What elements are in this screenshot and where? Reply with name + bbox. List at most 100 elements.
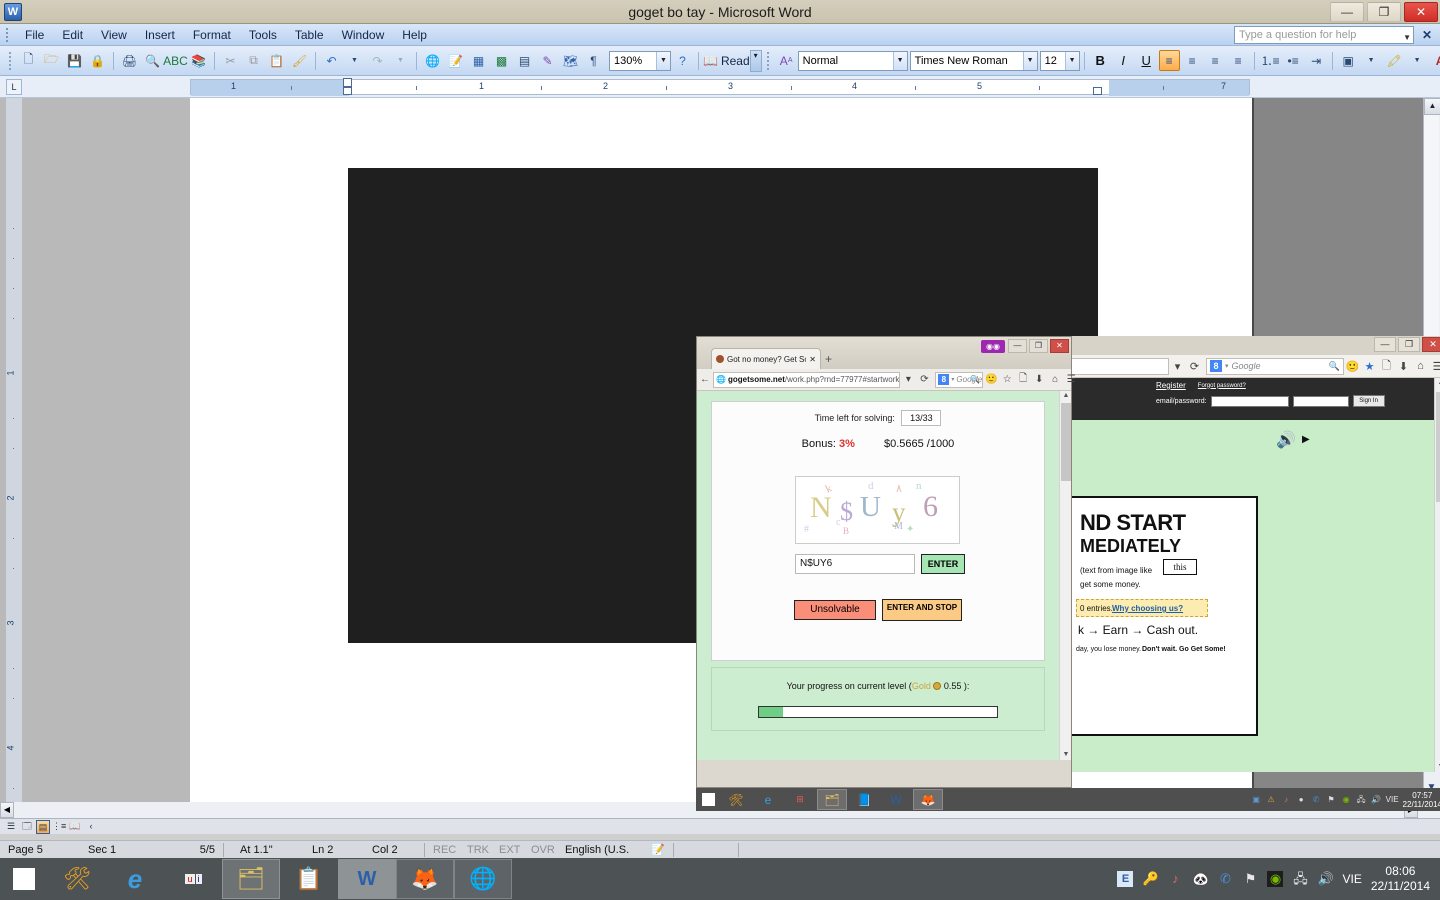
word-icon[interactable]: W (881, 789, 911, 810)
file-explorer-icon[interactable]: 🗂 (817, 789, 847, 810)
close-button[interactable]: ✕ (1422, 337, 1440, 352)
bulleted-list-button[interactable]: •≡ (1283, 50, 1304, 71)
background-url-input[interactable] (1070, 357, 1169, 375)
chevron-down-icon[interactable]: ▼ (656, 51, 670, 70)
scroll-down-button[interactable]: ▼ (1436, 762, 1440, 772)
right-indent-marker[interactable] (1093, 87, 1102, 95)
play-icon[interactable]: ▶ (1302, 434, 1310, 445)
restore-button[interactable]: ❐ (1029, 339, 1048, 353)
reload-icon[interactable]: ⟳ (1186, 360, 1203, 373)
notepad-icon[interactable]: 📋 (280, 859, 338, 899)
firefox-icon[interactable]: 🦊 (913, 789, 943, 810)
inner-clock[interactable]: 07:57 22/11/2014 (1403, 791, 1440, 809)
align-center-button[interactable]: ≡ (1182, 50, 1203, 71)
forgot-password-link[interactable]: Forgot password? (1198, 383, 1246, 389)
scroll-up-button[interactable]: ▲ (1061, 391, 1071, 401)
increase-indent-button[interactable]: ⇥ (1306, 50, 1327, 71)
word-icon[interactable]: W (338, 859, 396, 899)
warning-icon[interactable]: ⚠ (1266, 794, 1277, 805)
back-icon[interactable]: ← (697, 374, 713, 385)
downloads-icon[interactable]: ⬇ (1395, 360, 1412, 373)
web-layout-icon[interactable]: 🗔 (20, 820, 34, 834)
italic-button[interactable]: I (1113, 50, 1134, 71)
firefox-window[interactable]: Got no money? Get Some! ... ✕ + ◉◉ — ❐ ✕… (696, 336, 1076, 788)
new-document-icon[interactable]: 🗋 (18, 50, 39, 71)
document-map-icon[interactable]: 🗺 (560, 50, 581, 71)
menu-item-tools[interactable]: Tools (240, 26, 286, 44)
styles-and-formatting-icon[interactable]: AA (776, 50, 797, 71)
nvidia-icon[interactable]: ◉ (1267, 871, 1284, 887)
insert-table-icon[interactable]: ▦ (468, 50, 489, 71)
formatting-toolbar-grip[interactable] (766, 51, 770, 70)
new-tab-button[interactable]: + (825, 352, 832, 366)
bold-button[interactable]: B (1090, 50, 1111, 71)
open-folder-icon[interactable]: 🗁 (41, 50, 62, 71)
save-icon[interactable]: 💾 (64, 50, 85, 71)
toolbar-grip-handle[interactable] (9, 51, 12, 70)
status-ext[interactable]: EXT (491, 842, 523, 858)
messenger-icon[interactable]: ✆ (1311, 794, 1322, 805)
menu-grip-handle[interactable] (6, 27, 10, 42)
align-justify-button[interactable]: ≡ (1228, 50, 1249, 71)
restore-button[interactable]: ❐ (1398, 337, 1420, 352)
reader-icon[interactable]: 🗋 (1015, 371, 1031, 388)
volume-icon[interactable]: 🔊 (1317, 871, 1333, 887)
background-page-scrollbar[interactable]: ▲ ▼ (1434, 378, 1440, 772)
menu-item-insert[interactable]: Insert (136, 26, 184, 44)
columns-icon[interactable]: ▤ (514, 50, 535, 71)
background-search-input[interactable]: 8 ▾ Google 🔍 (1206, 357, 1344, 375)
tools-icon[interactable]: 🛠 (721, 789, 751, 810)
dropdown-icon[interactable]: ▾ (1169, 360, 1186, 373)
url-input[interactable]: 🌐 gogetsome.net /work.php?rnd=77977#star… (713, 371, 901, 388)
menu-item-view[interactable]: View (92, 26, 136, 44)
chevron-down-icon[interactable]: ▼ (1403, 30, 1411, 46)
sign-in-button[interactable]: Sign In (1352, 395, 1385, 407)
music-icon[interactable]: ♪ (1281, 794, 1292, 805)
undo-icon[interactable]: ↶ (321, 50, 342, 71)
help-question-input[interactable]: Type a question for help ▼ (1234, 26, 1414, 44)
browser-tab[interactable]: Got no money? Get Some! ... ✕ (711, 348, 821, 369)
messenger-icon[interactable]: ✆ (1217, 871, 1233, 887)
normal-view-icon[interactable]: ☰ (4, 820, 18, 834)
minimize-button[interactable]: — (1330, 2, 1364, 22)
vertical-ruler[interactable]: 1 2 3 4 (6, 98, 22, 818)
close-help-button[interactable]: ✕ (1422, 28, 1432, 42)
reading-layout-icon[interactable]: 📖 (68, 820, 82, 834)
underline-button[interactable]: U (1136, 50, 1157, 71)
font-combo[interactable]: Times New Roman ▼ (909, 50, 1038, 71)
music-note-icon[interactable]: ♪ (1167, 871, 1183, 887)
scroll-up-button[interactable]: ▲ (1436, 378, 1440, 388)
chevron-down-icon[interactable]: ▼ (1022, 51, 1037, 70)
browser-icon[interactable]: 🌐 (454, 859, 512, 899)
copy-icon[interactable]: ⧉ (243, 50, 264, 71)
tools-icon[interactable]: 🛠 (48, 859, 106, 899)
menu-item-window[interactable]: Window (333, 26, 394, 44)
background-page-content[interactable]: Register Forgot password? email/password… (1068, 378, 1440, 772)
file-explorer-icon[interactable]: 🗂 (222, 859, 280, 899)
page-scrollbar[interactable]: ▲ ▼ (1059, 391, 1071, 760)
status-rec[interactable]: REC (425, 842, 459, 858)
chevron-down-icon[interactable]: ▼ (1407, 50, 1428, 71)
undo-dropdown-icon[interactable]: ▼ (344, 50, 365, 71)
first-line-indent-marker[interactable] (343, 78, 352, 87)
home-icon[interactable]: ⌂ (1412, 360, 1429, 372)
menu-icon[interactable]: ☰ (1063, 374, 1079, 385)
print-icon[interactable]: 🖨 (119, 50, 140, 71)
redo-dropdown-icon[interactable]: ▼ (390, 50, 411, 71)
search-icon[interactable]: 🔍 (970, 375, 980, 384)
volume-icon[interactable]: 🔊 (1371, 794, 1382, 805)
status-trk[interactable]: TRK (459, 842, 491, 858)
unikey-icon[interactable]: ui (164, 859, 222, 899)
bookmark-star-icon[interactable]: ★ (1361, 360, 1378, 373)
status-ovr[interactable]: OVR (523, 842, 557, 858)
menu-item-file[interactable]: File (16, 26, 53, 44)
chevron-down-icon[interactable]: ▼ (892, 51, 907, 70)
why-choosing-us-link[interactable]: Why choosing us? (1112, 604, 1183, 613)
close-icon[interactable]: ✕ (809, 355, 816, 364)
font-color-icon[interactable]: A (1430, 50, 1440, 71)
embedded-screenshot-image[interactable]: — ❐ ✕ ▾ ⟳ 8 ▾ Google 🔍 🙂 ★ 🗋 ⬇ ⌂ ☰ Regis… (348, 168, 1440, 811)
align-right-button[interactable]: ≡ (1205, 50, 1226, 71)
reader-icon[interactable]: 🗋 (1378, 357, 1395, 376)
toolbar-overflow-button[interactable]: ▾ (749, 49, 762, 72)
background-browser-window[interactable]: — ❐ ✕ ▾ ⟳ 8 ▾ Google 🔍 🙂 ★ 🗋 ⬇ ⌂ ☰ Regis… (1068, 336, 1440, 788)
